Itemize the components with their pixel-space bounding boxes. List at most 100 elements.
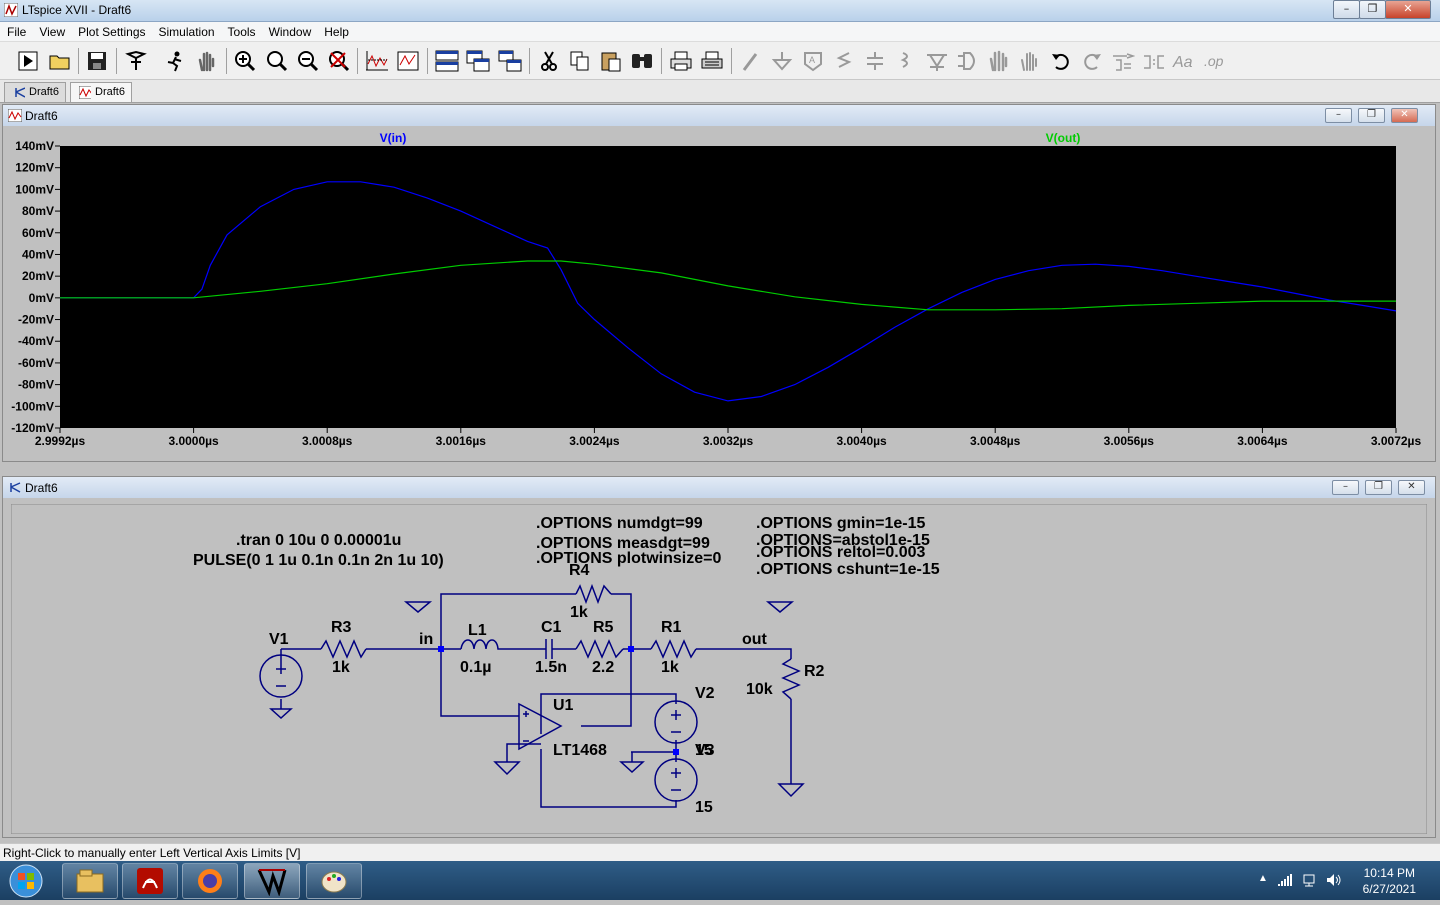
menu-simulation[interactable]: Simulation	[152, 22, 221, 39]
clock[interactable]: 10:14 PM 6/27/2021	[1363, 865, 1416, 897]
menu-file[interactable]: File	[0, 22, 32, 39]
plot-settings-icon[interactable]	[395, 48, 421, 74]
c1-value[interactable]: 1.5n	[535, 659, 567, 676]
tab-schematic[interactable]: Draft6	[4, 82, 66, 102]
trace-label-vin[interactable]: V(in)	[380, 131, 407, 145]
r1-label[interactable]: R1	[661, 619, 682, 636]
zoom-area-icon[interactable]	[264, 48, 290, 74]
signal-icon[interactable]	[1277, 873, 1292, 887]
ground-icon[interactable]	[769, 48, 795, 74]
component-icon[interactable]	[955, 48, 981, 74]
label-icon[interactable]: A	[800, 48, 826, 74]
text-icon[interactable]: Aa	[1172, 48, 1198, 74]
options-numdgt[interactable]: .OPTIONS numdgt=99	[536, 515, 703, 532]
autorange-icon[interactable]	[364, 48, 390, 74]
options-cshunt[interactable]: .OPTIONS cshunt=1e-15	[756, 561, 940, 578]
print-preview-icon[interactable]	[699, 48, 725, 74]
close-button[interactable]: ✕	[1391, 108, 1418, 123]
options-plotwinsize[interactable]: .OPTIONS plotwinsize=0	[536, 550, 721, 567]
run-icon[interactable]	[15, 48, 41, 74]
halt-icon[interactable]	[162, 48, 188, 74]
waveform-plot[interactable]: 140mV 120mV 100mV 80mV 60mV 40mV 20mV 0mV -20mV -…	[3, 126, 1435, 462]
resistor-icon[interactable]	[831, 48, 857, 74]
cascade-icon[interactable]	[465, 48, 491, 74]
windows-explorer-icon[interactable]	[62, 863, 118, 899]
control-panel-icon[interactable]	[123, 48, 149, 74]
spice-directive-icon[interactable]: .op	[1203, 48, 1229, 74]
x-axis[interactable]: 2.9992µs 3.0000µs 3.0008µs 3.0016µs 3.0024µs…	[35, 428, 1422, 448]
open-icon[interactable]	[47, 48, 73, 74]
capacitor-icon[interactable]	[862, 48, 888, 74]
menu-tools[interactable]: Tools	[221, 22, 262, 39]
acrobat-icon[interactable]	[122, 863, 178, 899]
net-out-label[interactable]: out	[742, 631, 768, 648]
r2-label[interactable]: R2	[804, 663, 825, 680]
v2-label[interactable]: V2	[695, 685, 715, 702]
zoom-out-icon[interactable]	[295, 48, 321, 74]
inductor-icon[interactable]	[893, 48, 919, 74]
r1-value[interactable]: 1k	[661, 659, 679, 676]
r2-value[interactable]: 10k	[746, 681, 773, 698]
ltspice-icon[interactable]	[244, 863, 300, 899]
menu-window[interactable]: Window	[262, 22, 318, 39]
pulse-spec[interactable]: PULSE(0 1 1u 0.1n 0.1n 2n 1u 10)	[193, 552, 444, 569]
rotate-icon[interactable]	[1110, 48, 1136, 74]
pan-icon[interactable]	[194, 48, 220, 74]
options-gmin[interactable]: .OPTIONS gmin=1e-15	[756, 515, 925, 532]
undo-icon[interactable]	[1048, 48, 1074, 74]
copy-icon[interactable]	[567, 48, 593, 74]
r3-value[interactable]: 1k	[332, 659, 350, 676]
r4-value[interactable]: 1k	[570, 604, 588, 621]
menu-help[interactable]: Help	[317, 22, 355, 39]
restore-button[interactable]: ❐	[1358, 108, 1385, 123]
redo-icon[interactable]	[1079, 48, 1105, 74]
close-button[interactable]: ✕	[1385, 0, 1431, 19]
tab-waveform[interactable]: Draft6	[70, 82, 132, 102]
c1-label[interactable]: C1	[541, 619, 562, 636]
net-in-label[interactable]: in	[419, 631, 433, 648]
minimize-button[interactable]: –	[1332, 480, 1359, 495]
schematic-canvas[interactable]: .tran 0 10u 0 0.00001u PULSE(0 1 1u 0.1n…	[11, 504, 1427, 834]
maximize-button[interactable]: ❐	[1359, 0, 1386, 19]
v3-label[interactable]: V3	[695, 742, 715, 759]
r5-label[interactable]: R5	[593, 619, 614, 636]
u1-part[interactable]: LT1468	[553, 742, 607, 759]
tile-horizontal-icon[interactable]	[434, 48, 460, 74]
save-icon[interactable]	[84, 48, 110, 74]
plot-area[interactable]	[60, 146, 1396, 428]
start-button[interactable]	[6, 862, 46, 900]
zoom-in-icon[interactable]	[232, 48, 258, 74]
close-button[interactable]: ✕	[1398, 480, 1425, 495]
mirror-icon[interactable]	[1141, 48, 1167, 74]
menu-view[interactable]: View	[32, 22, 71, 39]
r5-value[interactable]: 2.2	[592, 659, 614, 676]
tile-vertical-icon[interactable]	[497, 48, 523, 74]
minimize-button[interactable]: –	[1333, 0, 1360, 19]
print-icon[interactable]	[668, 48, 694, 74]
find-icon[interactable]	[629, 48, 655, 74]
move-icon[interactable]	[986, 48, 1012, 74]
restore-button[interactable]: ❐	[1365, 480, 1392, 495]
trace-label-vout[interactable]: V(out)	[1046, 131, 1081, 145]
minimize-button[interactable]: –	[1325, 108, 1352, 123]
diode-icon[interactable]	[924, 48, 950, 74]
paste-icon[interactable]	[598, 48, 624, 74]
y-axis[interactable]: 140mV 120mV 100mV 80mV 60mV 40mV 20mV 0mV -20mV -…	[11, 139, 60, 435]
options-reltol[interactable]: .OPTIONS reltol=0.003	[756, 544, 926, 561]
network-icon[interactable]	[1302, 873, 1316, 887]
cut-icon[interactable]	[536, 48, 562, 74]
wire-icon[interactable]	[738, 48, 764, 74]
v3-value[interactable]: 15	[695, 799, 713, 816]
r4-label[interactable]: R4	[569, 562, 590, 579]
tray-arrow-icon[interactable]: ▲	[1258, 873, 1268, 887]
drag-icon[interactable]	[1017, 48, 1043, 74]
volume-icon[interactable]	[1326, 873, 1342, 887]
paint-icon[interactable]	[306, 863, 362, 899]
u1-label[interactable]: U1	[553, 697, 574, 714]
firefox-icon[interactable]	[182, 863, 238, 899]
l1-label[interactable]: L1	[468, 622, 487, 639]
menu-plot-settings[interactable]: Plot Settings	[71, 22, 151, 39]
tran-directive[interactable]: .tran 0 10u 0 0.00001u	[236, 532, 401, 549]
zoom-fit-icon[interactable]	[326, 48, 352, 74]
l1-value[interactable]: 0.1µ	[460, 659, 491, 676]
